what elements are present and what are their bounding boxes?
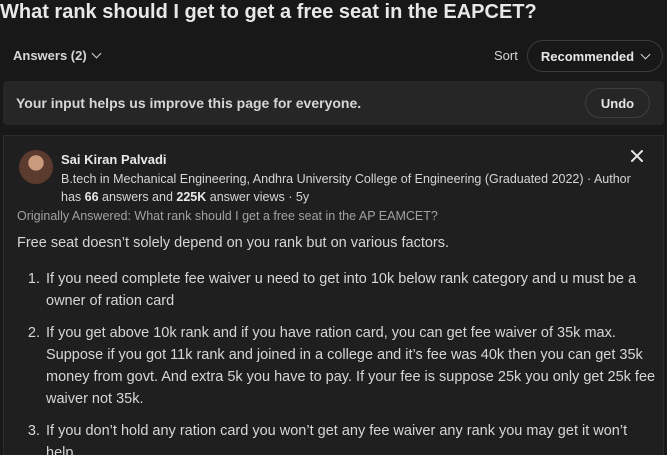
answer-card: Sai Kiran Palvadi B.tech in Mechanical E… [3,135,664,455]
list-item: If you need complete fee waiver u need t… [44,268,657,312]
answers-tab-label: Answers (2) [13,48,87,63]
answers-count: 66 [84,190,99,204]
undo-button[interactable]: Undo [585,88,650,118]
sort-label: Sort [494,48,518,63]
credential-tail: answer views · 5y [206,190,310,204]
answer-body: Free seat doesn’t solely depend on you r… [17,232,657,455]
views-count: 225K [176,190,207,204]
sort-value: Recommended [540,48,635,64]
chevron-down-icon [640,49,651,59]
close-icon[interactable] [628,147,646,165]
feedback-message: Your input helps us improve this page fo… [16,95,362,111]
list-item: If you get above 10k rank and if you hav… [44,322,657,410]
answers-tab[interactable]: Answers (2) [13,48,102,63]
question-title: What rank should I get to get a free sea… [0,1,537,23]
chevron-down-icon [91,48,102,59]
author-name[interactable]: Sai Kiran Palvadi [61,152,167,167]
list-item: If you don’t hold any ration card you wo… [44,420,657,455]
avatar[interactable] [19,150,53,184]
answer-points-list: If you need complete fee waiver u need t… [17,268,657,455]
answer-intro: Free seat doesn’t solely depend on you r… [17,235,450,251]
originally-answered[interactable]: Originally Answered: What rank should I … [17,209,438,223]
author-credential: B.tech in Mechanical Engineering, Andhra… [61,170,651,206]
sort-dropdown[interactable]: Recommended [527,40,663,72]
feedback-bar: Your input helps us improve this page fo… [3,81,664,125]
credential-mid: answers and [98,190,177,204]
